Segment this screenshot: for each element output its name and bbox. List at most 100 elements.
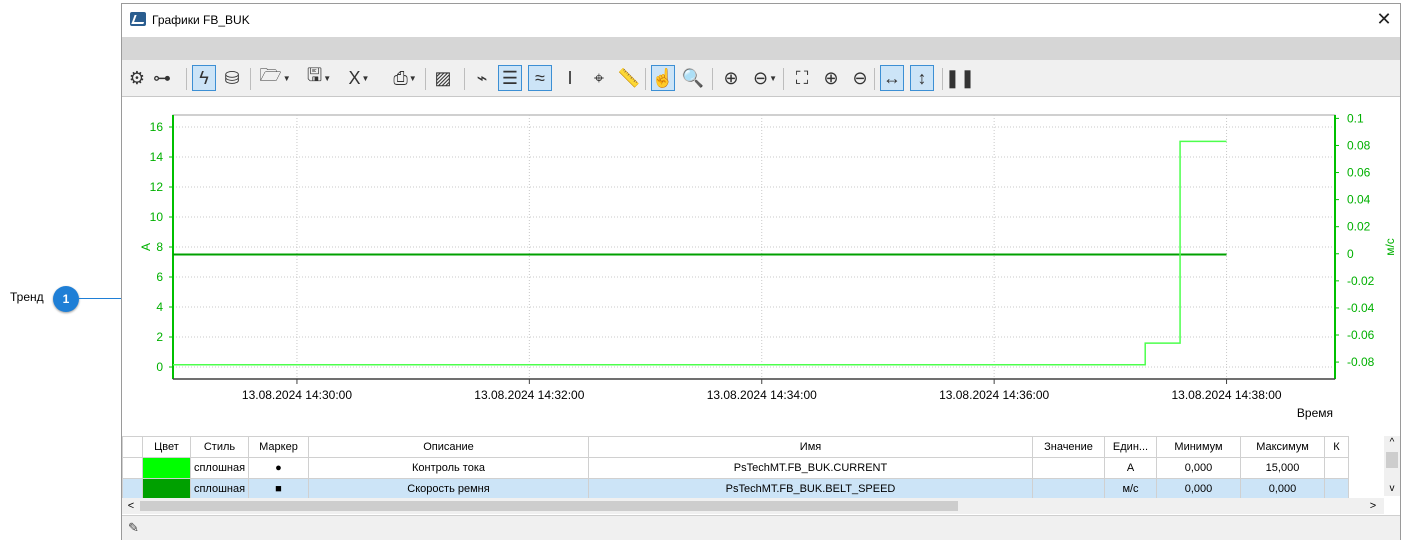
trend-lines-icon: ≈	[535, 67, 545, 88]
x-tick-label: 13.08.2024 14:34:00	[707, 388, 817, 402]
cell-marker: ●	[248, 457, 309, 479]
column-header[interactable]: Максимум	[1240, 436, 1325, 458]
toolbar-separator	[425, 68, 426, 90]
app-chart-icon	[130, 12, 146, 26]
column-header[interactable]: Един...	[1104, 436, 1157, 458]
zoom-in-icon: ⊕	[823, 67, 839, 88]
column-header[interactable]: Маркер	[248, 436, 309, 458]
dropdown-arrow-icon[interactable]: ▼	[409, 74, 417, 83]
close-button[interactable]: ✕	[1374, 9, 1394, 29]
horizontal-scroll-thumb[interactable]	[140, 501, 958, 511]
lightning-icon: ϟ	[199, 67, 209, 88]
scroll-down-icon[interactable]: v	[1384, 482, 1400, 496]
cell-description: Контроль тока	[308, 457, 589, 479]
status-bar: ✎	[122, 515, 1400, 540]
left-tick-label: 4	[156, 300, 163, 314]
ruler-button[interactable]: 📏	[617, 65, 641, 91]
column-header[interactable]: Описание	[308, 436, 589, 458]
save-icon: 🖫	[306, 65, 323, 85]
tree-button[interactable]: ⊶	[150, 65, 174, 91]
cursor-text-button[interactable]: I	[558, 65, 582, 91]
lightning-button[interactable]: ϟ	[192, 65, 216, 91]
pen-color-swatch[interactable]	[142, 457, 191, 479]
plug-icon: ✎	[128, 520, 139, 535]
right-tick-label: 0	[1347, 247, 1354, 261]
add-marker-button[interactable]: ⊕	[719, 65, 743, 91]
x-tick-label: 13.08.2024 14:36:00	[939, 388, 1049, 402]
pause-button[interactable]: ❚❚	[945, 65, 975, 91]
database-button[interactable]: ⛁	[220, 65, 244, 91]
right-tick-label: 0.1	[1347, 111, 1364, 125]
right-axis-label: м/с	[1383, 238, 1397, 256]
pen-color-swatch[interactable]	[142, 478, 191, 500]
column-header[interactable]: К	[1324, 436, 1349, 458]
right-tick-label: 0.04	[1347, 193, 1371, 207]
trend-lines-button[interactable]: ≈	[528, 65, 552, 91]
cell-max: 0,000	[1240, 478, 1325, 500]
left-tick-label: 2	[156, 330, 163, 344]
column-header[interactable]: Минимум	[1156, 436, 1241, 458]
crosshair-button[interactable]: ⌖	[587, 65, 611, 91]
scroll-right-icon[interactable]: >	[1366, 498, 1380, 514]
series-line-2	[173, 140, 1227, 366]
row-selector[interactable]	[122, 457, 143, 479]
fit-all-icon: ⛶	[795, 67, 809, 88]
horizontal-scale-button[interactable]: ↔	[880, 65, 904, 91]
crosshair-icon: ⌖	[593, 67, 605, 88]
callout-badge: 1	[53, 286, 79, 312]
zoom-out-button[interactable]: ⊖	[848, 65, 872, 91]
table-vertical-scrollbar[interactable]: ^ v	[1384, 436, 1400, 496]
column-header[interactable]	[122, 436, 143, 458]
table-row[interactable]: сплошная ● Контроль тока PsTechMT.FB_BUK.CU…	[122, 457, 1349, 479]
image-button[interactable]: ▨	[431, 65, 455, 91]
cell-marker: ■	[248, 478, 309, 500]
excel-button[interactable]: X ▼	[342, 65, 376, 91]
left-tick-label: 16	[150, 120, 164, 134]
column-header[interactable]: Цвет	[142, 436, 191, 458]
magnifier-button[interactable]: 🔍	[681, 65, 705, 91]
hand-pointer-button[interactable]: ☝	[651, 65, 675, 91]
pulse-button[interactable]: ⌁	[470, 65, 494, 91]
trend-plot[interactable]: 0 2 4 6 8 10 12 14 16 -0.08 -0.06 -0.04 -0.02 0 0.02 0.…	[122, 97, 1400, 432]
pens-table: Цвет Стиль Маркер Описание Имя Значение Един..…	[122, 436, 1349, 500]
zoom-in-button[interactable]: ⊕	[819, 65, 843, 91]
table-row[interactable]: сплошная ■ Скорость ремня PsTechMT.FB_BUK.B…	[122, 478, 1349, 500]
fit-all-button[interactable]: ⛶	[790, 65, 814, 91]
list-button[interactable]: ☰	[498, 65, 522, 91]
left-tick-label: 6	[156, 270, 163, 284]
toolbar-separator	[250, 68, 251, 90]
dropdown-arrow-icon[interactable]: ▼	[362, 74, 370, 83]
window-title: Графики FB_BUK	[152, 13, 250, 27]
dropdown-arrow-icon[interactable]: ▼	[283, 74, 291, 83]
left-tick-label: 10	[150, 210, 164, 224]
vertical-scale-button[interactable]: ↕	[910, 65, 934, 91]
gear-icon: ⚙	[128, 67, 146, 88]
print-button[interactable]: ⎙ ▼	[388, 65, 422, 91]
gear-button[interactable]: ⚙	[125, 65, 149, 91]
scroll-up-icon[interactable]: ^	[1384, 436, 1400, 450]
vertical-scroll-thumb[interactable]	[1386, 452, 1398, 468]
dropdown-arrow-icon[interactable]: ▼	[769, 74, 777, 83]
scroll-left-icon[interactable]: <	[124, 498, 138, 514]
row-selector[interactable]	[122, 478, 143, 500]
column-header[interactable]: Значение	[1032, 436, 1105, 458]
column-header[interactable]: Имя	[588, 436, 1033, 458]
toolbar: ⚙ ⊶ ϟ ⛁ 🗁 ▼ 🖫 ▼ X ▼ ⎙ ▼ ▨ ⌁ ☰ ≈ I ⌖ 📏 ☝ 🔍 ⊕ ⊖ ▼ ⛶ ⊕ ⊖ ↔ ↕ ❚❚	[122, 60, 1400, 96]
cell-value	[1032, 457, 1105, 479]
save-button[interactable]: 🖫 ▼	[302, 65, 336, 91]
zoom-out-icon: ⊖	[852, 67, 868, 88]
left-tick-label: 8	[156, 240, 163, 254]
left-tick-label: 14	[150, 150, 164, 164]
table-horizontal-scrollbar[interactable]: < >	[122, 498, 1384, 514]
dropdown-arrow-icon[interactable]: ▼	[323, 74, 331, 83]
right-tick-label: 0.06	[1347, 166, 1371, 180]
trend-chart[interactable]: 0 2 4 6 8 10 12 14 16 -0.08 -0.06 -0.04 -0.02 0 0.02 0.…	[122, 96, 1400, 433]
cursor-text-icon: I	[567, 67, 573, 88]
cell-unit: А	[1104, 457, 1157, 479]
toolbar-separator	[942, 68, 943, 90]
column-header[interactable]: Стиль	[190, 436, 249, 458]
remove-marker-button[interactable]: ⊖ ▼	[748, 65, 782, 91]
folder-open-button[interactable]: 🗁 ▼	[258, 65, 292, 91]
cell-description: Скорость ремня	[308, 478, 589, 500]
left-axis-label: А	[139, 243, 153, 251]
